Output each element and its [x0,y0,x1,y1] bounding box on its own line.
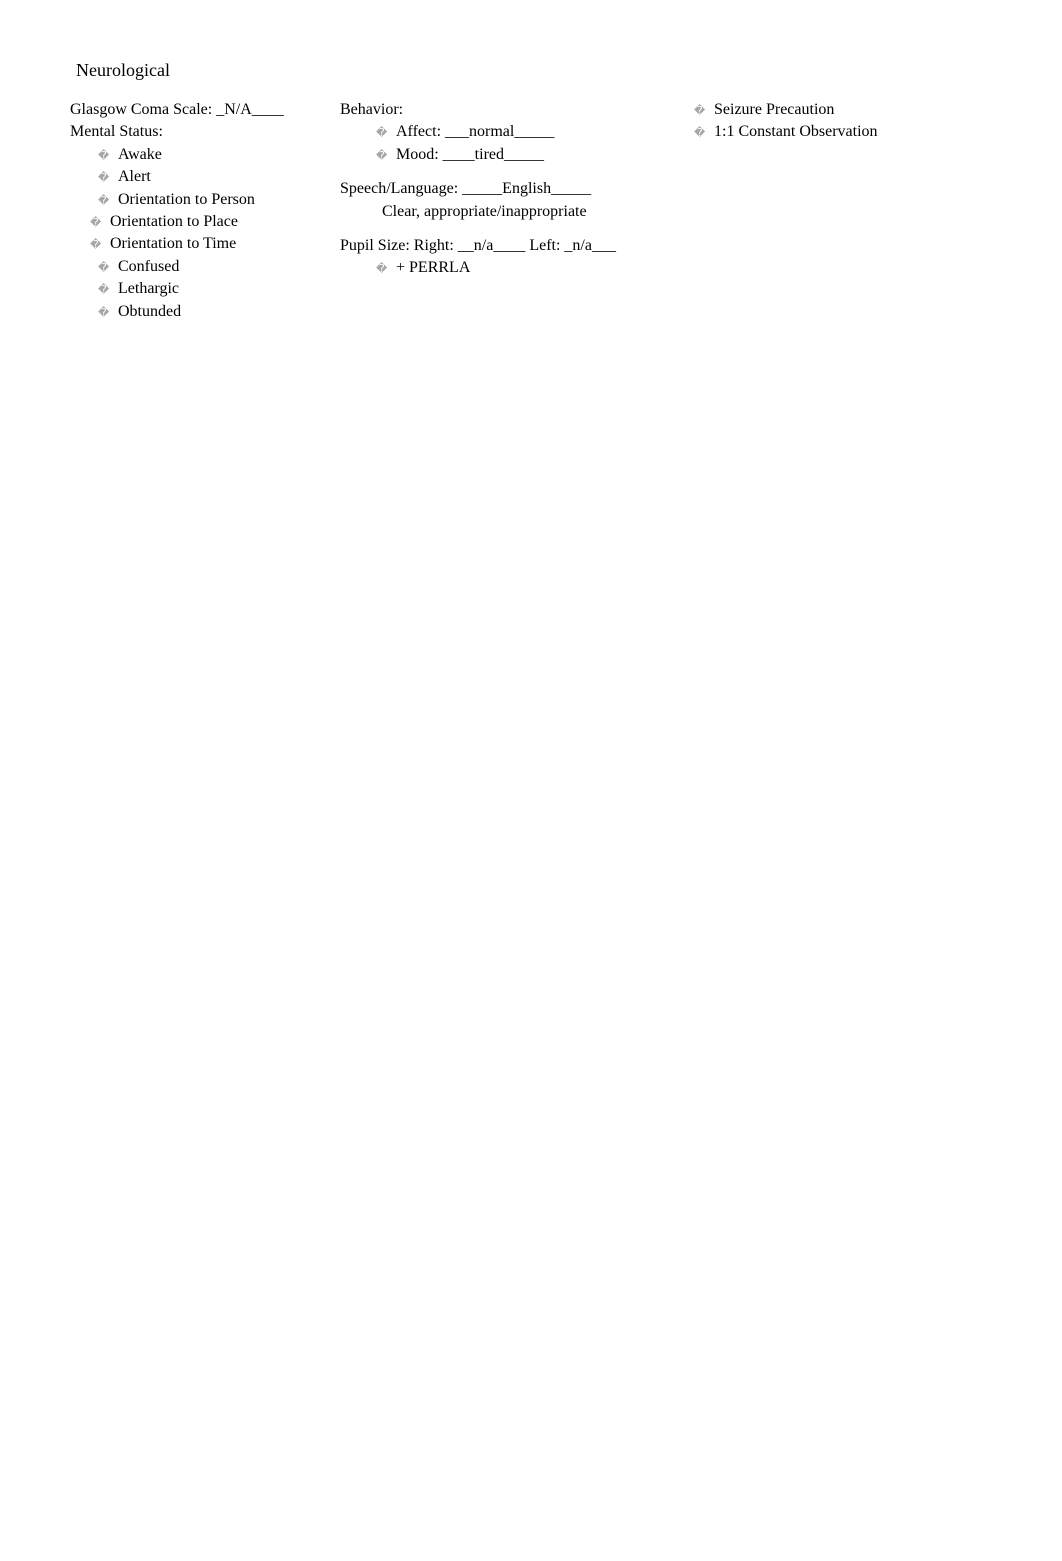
speech-description: Clear, appropriate/inappropriate [340,201,680,223]
mental-status-item-obtunded: � Obtunded [70,301,340,323]
bullet-icon: � [90,238,100,253]
mental-status-text: Orientation to Place [110,211,238,233]
mental-status-label: Mental Status: [70,121,340,143]
document-page: Neurological Glasgow Coma Scale: _N/A___… [0,0,1062,383]
bullet-icon: � [694,104,704,119]
pupil-size: Pupil Size: Right: __n/a____ Left: _n/a_… [340,235,680,257]
pupil-item-perrla: � + PERRLA [340,257,680,279]
bullet-icon: � [376,262,386,277]
behavior-text: Mood: ____tired_____ [396,144,544,166]
section-title-neurological: Neurological [76,60,992,81]
mental-status-text: Obtunded [118,301,181,323]
pupil-text: + PERRLA [396,257,470,279]
mental-status-text: Awake [118,144,162,166]
bullet-icon: � [98,261,108,276]
behavior-label: Behavior: [340,99,680,121]
mental-status-item-confused: � Confused [70,256,340,278]
column-mental-status: Glasgow Coma Scale: _N/A____ Mental Stat… [70,99,340,323]
mental-status-item-awake: � Awake [70,144,340,166]
mental-status-item-orientation-time: � Orientation to Time [70,233,340,255]
bullet-icon: � [376,126,386,141]
bullet-icon: � [98,194,108,209]
mental-status-item-orientation-place: � Orientation to Place [70,211,340,233]
bullet-icon: � [694,126,704,141]
mental-status-text: Alert [118,166,151,188]
precaution-text: 1:1 Constant Observation [714,121,878,143]
mental-status-text: Orientation to Person [118,189,255,211]
columns-container: Glasgow Coma Scale: _N/A____ Mental Stat… [70,99,992,323]
behavior-item-mood: � Mood: ____tired_____ [340,144,680,166]
bullet-icon: � [376,149,386,164]
mental-status-item-orientation-person: � Orientation to Person [70,189,340,211]
column-precautions: � Seizure Precaution � 1:1 Constant Obse… [680,99,940,144]
mental-status-item-lethargic: � Lethargic [70,278,340,300]
mental-status-text: Orientation to Time [110,233,236,255]
precaution-item-seizure: � Seizure Precaution [680,99,940,121]
bullet-icon: � [98,306,108,321]
speech-language: Speech/Language: _____English_____ [340,178,680,200]
column-behavior: Behavior: � Affect: ___normal_____ � Moo… [340,99,680,280]
bullet-icon: � [98,283,108,298]
precaution-item-observation: � 1:1 Constant Observation [680,121,940,143]
glasgow-coma-scale: Glasgow Coma Scale: _N/A____ [70,99,340,121]
mental-status-item-alert: � Alert [70,166,340,188]
behavior-item-affect: � Affect: ___normal_____ [340,121,680,143]
bullet-icon: � [98,171,108,186]
bullet-icon: � [90,216,100,231]
mental-status-text: Lethargic [118,278,179,300]
behavior-text: Affect: ___normal_____ [396,121,554,143]
precaution-text: Seizure Precaution [714,99,834,121]
bullet-icon: � [98,149,108,164]
mental-status-text: Confused [118,256,179,278]
